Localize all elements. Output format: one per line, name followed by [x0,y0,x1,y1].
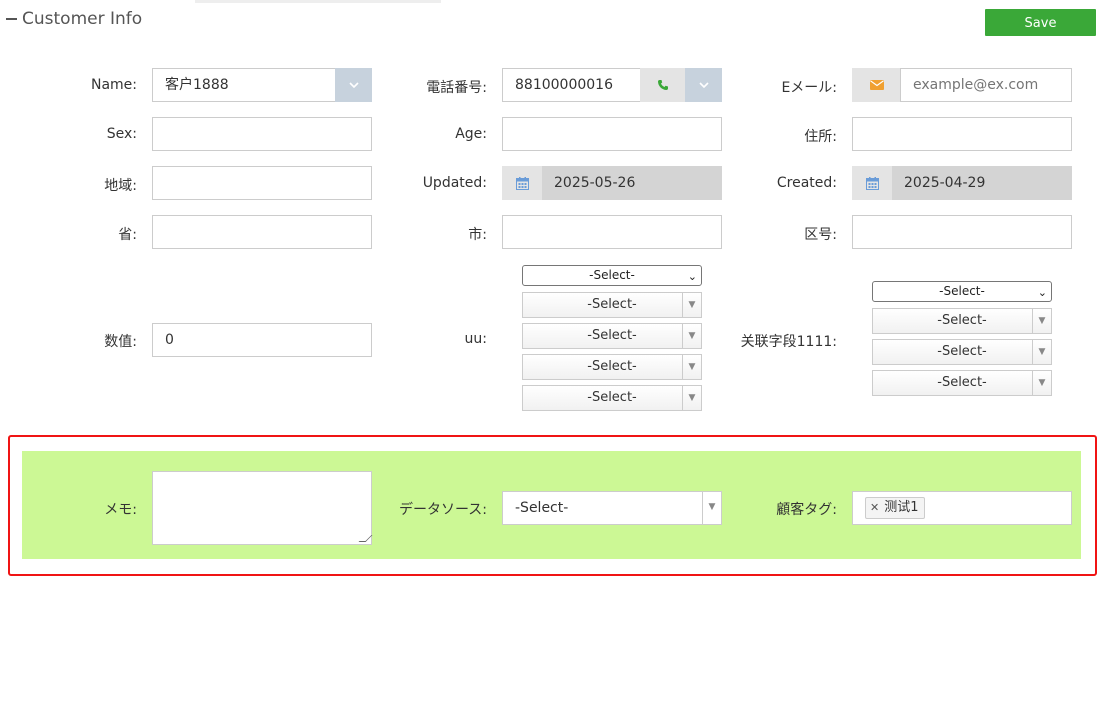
region-input[interactable] [152,166,372,200]
email-addon [852,68,901,102]
region-label: 地域: [104,178,137,194]
name-input[interactable]: 客户1888 [152,68,336,102]
created-date: 2025-04-29 [892,166,1072,200]
related-field-label: 关联字段1111: [740,334,837,350]
numeric-input[interactable]: 0 [152,323,372,357]
caret-down-icon: ▼ [1032,309,1051,333]
datasource-value: -Select- [515,500,569,516]
remove-tag-icon[interactable]: ✕ [870,499,879,517]
resize-handle-icon[interactable] [358,535,373,542]
caret-down-icon: ▼ [1032,340,1051,364]
sex-input[interactable] [152,117,372,151]
email-input[interactable] [900,68,1072,102]
tag-chip: ✕ 测试1 [865,497,925,519]
address-label: 住所: [804,129,837,145]
tag-label: 测试1 [884,500,919,515]
age-input[interactable] [502,117,722,151]
related-select-4[interactable]: -Select- ▼ [872,370,1052,396]
memo-label: メモ: [104,502,137,518]
uu-select-1[interactable]: -Select- ⌄ [522,265,702,286]
updated-calendar-button[interactable] [502,166,542,200]
related-select-3[interactable]: -Select- ▼ [872,339,1052,365]
uu-label: uu: [464,331,487,347]
uu-select-5[interactable]: -Select- ▼ [522,385,702,411]
collapse-icon[interactable] [6,18,17,20]
calendar-icon [865,176,879,190]
uu-select-3[interactable]: -Select- ▼ [522,323,702,349]
section-header[interactable]: Customer Info [6,9,142,29]
chevron-down-icon: ⌄ [1037,286,1047,299]
created-label: Created: [776,175,837,191]
province-input[interactable] [152,215,372,249]
district-input[interactable] [852,215,1072,249]
caret-down-icon: ▼ [682,355,701,379]
uu-select-4-value: -Select- [587,359,637,374]
uu-select-4[interactable]: -Select- ▼ [522,354,702,380]
memo-textarea[interactable] [152,471,373,545]
sex-label: Sex: [106,126,137,142]
district-label: 区号: [804,227,837,243]
phone-icon [657,80,668,90]
email-label: Eメール: [781,80,837,96]
related-select-4-value: -Select- [937,375,987,390]
age-label: Age: [455,126,487,142]
uu-select-1-value: -Select- [589,268,635,282]
datasource-select[interactable]: -Select- ▼ [502,491,722,525]
phone-call-button[interactable] [640,68,685,102]
related-select-2[interactable]: -Select- ▼ [872,308,1052,334]
uu-select-2[interactable]: -Select- ▼ [522,292,702,318]
customer-tags-label: 顧客タグ: [776,502,837,518]
uu-select-5-value: -Select- [587,390,637,405]
related-select-1-value: -Select- [939,284,985,298]
address-input[interactable] [852,117,1072,151]
phone-input[interactable]: 88100000016 [502,68,641,102]
caret-down-icon: ▼ [682,293,701,317]
updated-label: Updated: [422,175,487,191]
uu-select-3-value: -Select- [587,328,637,343]
section-title: Customer Info [22,9,143,29]
updated-date: 2025-05-26 [542,166,722,200]
datasource-label: データソース: [398,502,487,518]
related-select-2-value: -Select- [937,313,987,328]
caret-down-icon: ▼ [1032,371,1051,395]
created-calendar-button[interactable] [852,166,892,200]
uu-select-2-value: -Select- [587,297,637,312]
caret-down-icon: ▼ [682,386,701,410]
province-label: 省: [118,227,137,243]
numeric-label: 数值: [104,334,137,350]
city-label: 市: [468,227,487,243]
save-customer-button[interactable]: Save Customer [985,9,1096,58]
customer-tags-input[interactable]: ✕ 测试1 [852,491,1072,525]
top-divider [195,0,441,3]
related-select-3-value: -Select- [937,344,987,359]
phone-label: 電話番号: [426,80,487,96]
related-select-1[interactable]: -Select- ⌄ [872,281,1052,302]
chevron-down-icon: ⌄ [687,270,697,283]
city-input[interactable] [502,215,722,249]
name-label: Name: [90,77,137,93]
envelope-icon [869,80,884,90]
caret-down-icon: ▼ [682,324,701,348]
calendar-icon [515,176,529,190]
